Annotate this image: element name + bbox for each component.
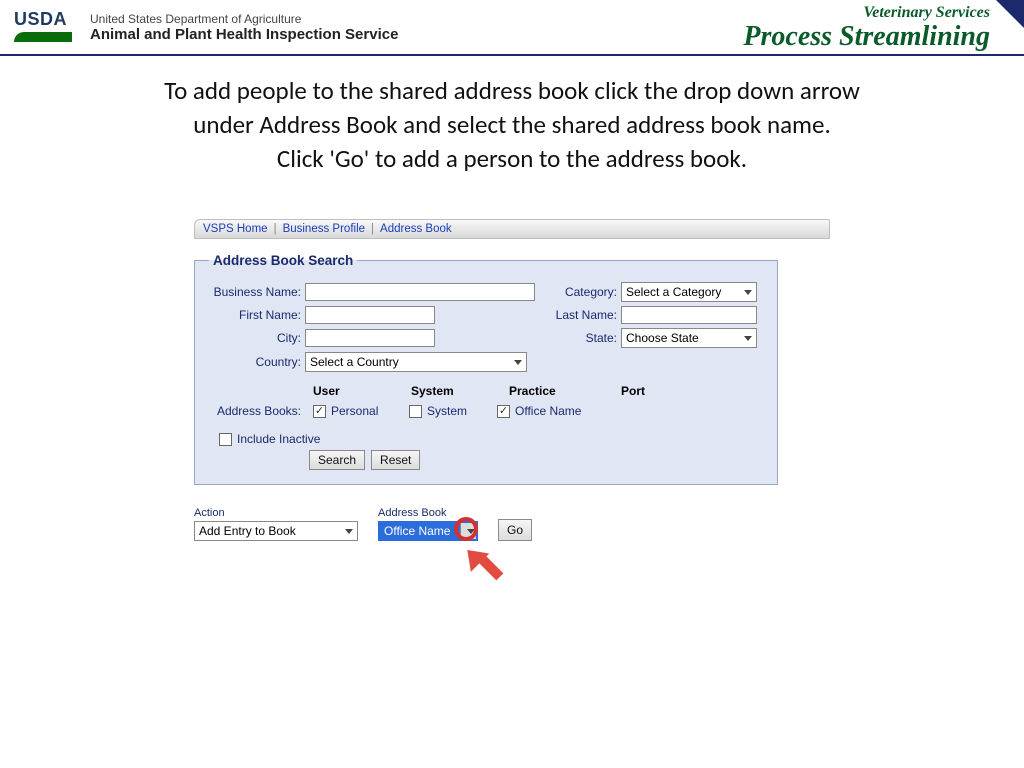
reset-button[interactable]: Reset (371, 450, 420, 470)
header-practice: Practice (509, 384, 579, 398)
row-include-inactive: Include Inactive (209, 432, 763, 446)
label-first-name: First Name: (209, 308, 305, 322)
tab-bar: VSPS Home | Business Profile | Address B… (194, 219, 830, 239)
action-label: Action (194, 507, 358, 519)
select-action[interactable]: Add Entry to Book (194, 521, 358, 541)
veterinary-services-text: Veterinary Services (743, 5, 990, 22)
row-first-name: First Name: Last Name: (209, 306, 763, 324)
select-state[interactable]: Choose State (621, 328, 757, 348)
select-state-value: Choose State (626, 331, 699, 345)
process-streamlining-text: Process Streamlining (743, 22, 990, 51)
select-address-book-value: Office Name (384, 524, 450, 538)
select-category[interactable]: Select a Category (621, 282, 757, 302)
row-business-name: Business Name: Category: Select a Catego… (209, 282, 763, 302)
checkbox-system-label: System (427, 404, 483, 418)
instruction-line1: To add people to the shared address book… (164, 75, 860, 106)
action-column: Action Add Entry to Book (194, 507, 358, 541)
header-port: Port (621, 384, 645, 398)
header-system: System (411, 384, 467, 398)
department-block: United States Department of Agriculture … (90, 12, 398, 44)
action-area: Action Add Entry to Book Address Book Of… (194, 507, 830, 541)
page-header: USDA United States Department of Agricul… (0, 0, 1024, 56)
instruction-line3: Click 'Go' to add a person to the addres… (277, 143, 747, 174)
checkbox-office[interactable] (497, 405, 510, 418)
header-user: User (313, 384, 369, 398)
tab-vsps-home[interactable]: VSPS Home (203, 223, 268, 235)
select-category-value: Select a Category (626, 285, 721, 299)
input-city[interactable] (305, 329, 435, 347)
label-address-books: Address Books: (209, 404, 305, 418)
header-left: USDA United States Department of Agricul… (14, 9, 398, 47)
label-state: State: (447, 331, 621, 345)
row-country: Country: Select a Country (209, 352, 763, 372)
checkbox-personal-label: Personal (331, 404, 391, 418)
usda-logo-bar (14, 32, 72, 42)
header-right: Veterinary Services Process Streamlining (743, 5, 990, 51)
label-category: Category: (547, 285, 621, 299)
tab-business-profile[interactable]: Business Profile (283, 223, 365, 235)
label-city: City: (209, 331, 305, 345)
address-books-row: Address Books: Personal System Office Na… (209, 404, 763, 418)
label-last-name: Last Name: (447, 308, 621, 322)
instruction-text: To add people to the shared address book… (0, 56, 1024, 187)
label-include-inactive: Include Inactive (237, 432, 320, 446)
select-action-value: Add Entry to Book (199, 524, 296, 538)
select-country[interactable]: Select a Country (305, 352, 527, 372)
instruction-line2: under Address Book and select the shared… (193, 109, 831, 140)
usda-logo: USDA (14, 9, 78, 47)
address-book-search-panel: Address Book Search Business Name: Categ… (194, 253, 778, 485)
input-first-name[interactable] (305, 306, 435, 324)
go-button[interactable]: Go (498, 519, 532, 541)
usda-logo-text: USDA (14, 9, 78, 30)
checkbox-personal[interactable] (313, 405, 326, 418)
tab-separator: | (371, 223, 374, 235)
checkbox-system[interactable] (409, 405, 422, 418)
chevron-down-icon (514, 360, 522, 365)
input-last-name[interactable] (621, 306, 757, 324)
annotation-arrow-icon (464, 541, 506, 583)
search-button[interactable]: Search (309, 450, 365, 470)
search-legend: Address Book Search (209, 253, 357, 268)
checkbox-include-inactive[interactable] (219, 433, 232, 446)
address-book-label: Address Book (378, 507, 478, 519)
app-screenshot: VSPS Home | Business Profile | Address B… (194, 219, 830, 541)
tab-address-book[interactable]: Address Book (380, 223, 452, 235)
label-business-name: Business Name: (209, 285, 305, 299)
select-chevron-box (460, 523, 476, 539)
address-book-headers: User System Practice Port (313, 384, 763, 398)
chevron-down-icon (744, 290, 752, 295)
dept-line1: United States Department of Agriculture (90, 12, 398, 26)
label-country: Country: (209, 355, 305, 369)
dept-line2: Animal and Plant Health Inspection Servi… (90, 26, 398, 44)
corner-decoration (996, 0, 1024, 28)
chevron-down-icon (345, 529, 353, 534)
row-buttons: Search Reset (309, 450, 763, 470)
select-country-value: Select a Country (310, 355, 399, 369)
select-address-book[interactable]: Office Name (378, 521, 478, 541)
checkbox-office-label: Office Name (515, 404, 581, 418)
chevron-down-icon (467, 529, 475, 534)
address-book-column: Address Book Office Name (378, 507, 478, 541)
input-business-name[interactable] (305, 283, 535, 301)
chevron-down-icon (744, 336, 752, 341)
tab-separator: | (274, 223, 277, 235)
row-city: City: State: Choose State (209, 328, 763, 348)
